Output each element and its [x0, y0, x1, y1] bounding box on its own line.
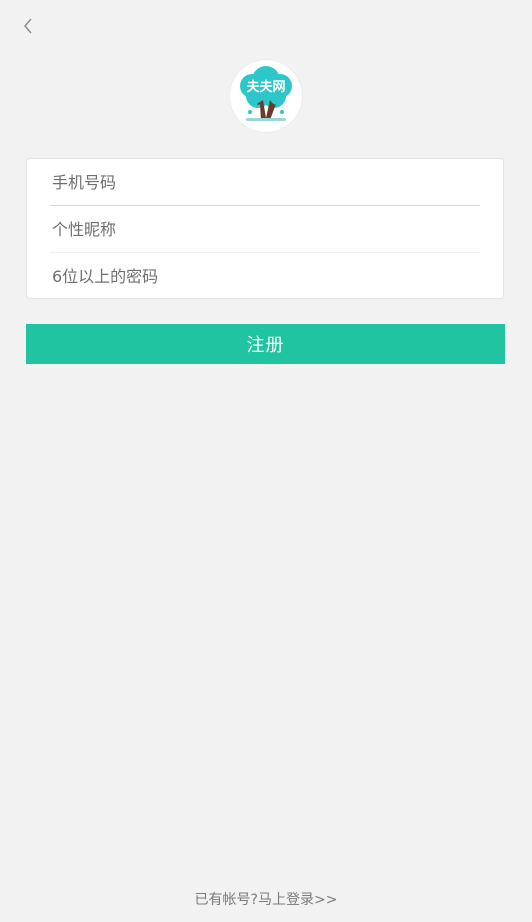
logo-text: 夫夫网	[246, 79, 285, 95]
nickname-field-row	[50, 206, 480, 253]
password-input[interactable]	[50, 266, 480, 286]
app-logo: 夫夫网	[230, 60, 302, 132]
password-field-row	[50, 253, 480, 299]
phone-field-row	[50, 159, 480, 206]
chevron-left-icon	[24, 18, 32, 34]
login-link[interactable]: 已有帐号?马上登录>>	[0, 889, 532, 909]
phone-input[interactable]	[50, 172, 480, 192]
tree-logo-icon: 夫夫网	[240, 66, 292, 121]
nickname-input[interactable]	[50, 219, 480, 239]
register-button[interactable]: 注册	[26, 324, 505, 364]
register-form	[26, 158, 504, 299]
back-button[interactable]	[16, 14, 40, 38]
